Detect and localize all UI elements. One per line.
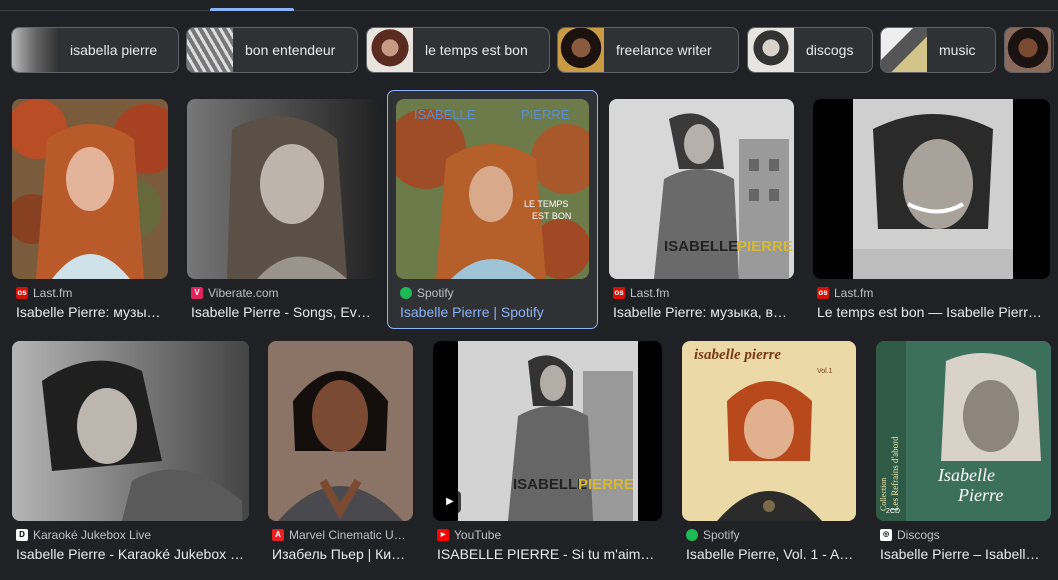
karaoke-icon: D xyxy=(16,529,28,541)
result-source: ◎ Discogs xyxy=(880,528,940,542)
result-title[interactable]: Изабель Пьер | Ки… xyxy=(272,546,413,562)
discogs-icon: ◎ xyxy=(880,529,892,541)
chip-label: isabella pierre xyxy=(70,42,158,58)
image-result-card[interactable]: isabelle pierre Vol.1 Spotify Isabelle P… xyxy=(682,341,856,569)
play-icon: ▶ xyxy=(439,491,461,513)
result-title[interactable]: Isabelle Pierre – Isabell… xyxy=(880,546,1051,562)
result-source: Spotify xyxy=(400,286,454,300)
result-thumbnail xyxy=(12,341,249,521)
result-title[interactable]: Le temps est bon — Isabelle Pierr… xyxy=(817,304,1049,320)
cover-text: PIERRE xyxy=(521,107,570,122)
result-thumbnail xyxy=(12,99,168,279)
image-result-card-selected[interactable]: ISABELLE PIERRE LE TEMPS EST BON Spotify… xyxy=(387,90,598,329)
image-result-card[interactable]: os Last.fm Le temps est bon — Isabelle P… xyxy=(813,99,1050,325)
cover-text: ISABELLE xyxy=(414,107,476,122)
related-search-chips: isabella pierre bon entendeur le temps e… xyxy=(0,0,1058,90)
image-result-card[interactable]: D Karaoké Jukebox Live Isabelle Pierre -… xyxy=(12,341,249,569)
result-source: Spotify xyxy=(686,528,740,542)
result-source: A Marvel Cinematic U… xyxy=(272,528,406,542)
image-result-card[interactable]: A Marvel Cinematic U… Изабель Пьер | Ки… xyxy=(268,341,413,569)
result-thumbnail: ISABELLE PIERRE LE TEMPS EST BON xyxy=(396,99,589,279)
result-source: D Karaoké Jukebox Live xyxy=(16,528,151,542)
chip-thumbnail xyxy=(187,28,233,72)
spotify-icon xyxy=(686,529,698,541)
result-title[interactable]: Isabelle Pierre - Songs, Eve… xyxy=(191,304,375,320)
cover-text: 2CD xyxy=(886,508,900,515)
result-source: os Last.fm xyxy=(16,286,72,300)
result-source: V Viberate.com xyxy=(191,286,278,300)
lastfm-icon: os xyxy=(613,287,625,299)
result-thumbnail: isabelle pierre Vol.1 xyxy=(682,341,856,521)
spotify-icon xyxy=(400,287,412,299)
lastfm-icon: os xyxy=(16,287,28,299)
chip-thumbnail xyxy=(748,28,794,72)
result-thumbnail xyxy=(268,341,413,521)
chip-le-temps-est-bon[interactable]: le temps est bon xyxy=(366,27,550,73)
chip-label: music xyxy=(939,42,976,58)
source-name: Discogs xyxy=(897,528,940,542)
chip-label: bon entendeur xyxy=(245,42,336,58)
chip-label: discogs xyxy=(806,42,854,58)
image-result-card[interactable]: ISABELLE PIERRE ▶ ▶ YouTube ISABELLE PIE… xyxy=(433,341,662,569)
cover-text: Pierre xyxy=(957,485,1003,505)
cover-text: EST BON xyxy=(532,211,571,221)
result-title[interactable]: Isabelle Pierre: музыка, в… xyxy=(613,304,793,320)
result-title[interactable]: Isabelle Pierre - Karaoké Jukebox … xyxy=(16,546,248,562)
cover-text: Les Refrains d'abord xyxy=(890,436,900,511)
result-source: ▶ YouTube xyxy=(437,528,501,542)
chip-freelance-writer[interactable]: freelance writer xyxy=(557,27,739,73)
source-name: YouTube xyxy=(454,528,502,542)
result-thumbnail xyxy=(813,99,1050,279)
marvel-icon: A xyxy=(272,529,284,541)
image-result-card[interactable]: Isabelle Pierre Collection Les Refrains … xyxy=(876,341,1051,569)
youtube-icon: ▶ xyxy=(437,529,449,541)
cover-text: LE TEMPS xyxy=(524,199,568,209)
cover-text: Vol.1 xyxy=(817,368,833,375)
cover-text: ISABELLE xyxy=(513,476,587,493)
cover-text: Collection xyxy=(879,478,888,511)
cover-text: Isabelle xyxy=(937,465,995,485)
result-title[interactable]: ISABELLE PIERRE - Si tu m'aimes… xyxy=(437,546,661,562)
source-name: Spotify xyxy=(703,528,740,542)
result-title[interactable]: Isabelle Pierre: музы… xyxy=(16,304,166,320)
cover-text: isabelle pierre xyxy=(694,347,781,363)
chip-bon-entendeur[interactable]: bon entendeur xyxy=(186,27,358,73)
result-source: os Last.fm xyxy=(613,286,669,300)
chip-thumbnail xyxy=(558,28,604,72)
source-name: Spotify xyxy=(417,286,454,300)
chip-thumbnail xyxy=(367,28,413,72)
result-thumbnail: Isabelle Pierre Collection Les Refrains … xyxy=(876,341,1051,521)
result-title[interactable]: Isabelle Pierre, Vol. 1 - A… xyxy=(686,546,856,562)
chip-label: freelance writer xyxy=(616,42,712,58)
source-name: Karaoké Jukebox Live xyxy=(33,528,152,542)
result-source: os Last.fm xyxy=(817,286,873,300)
source-name: Last.fm xyxy=(630,286,670,300)
result-title[interactable]: Isabelle Pierre | Spotify xyxy=(400,304,592,320)
chip-partial[interactable] xyxy=(1004,27,1054,73)
chip-music[interactable]: music xyxy=(880,27,996,73)
viberate-icon: V xyxy=(191,287,203,299)
image-result-card[interactable]: ISABELLE PIERRE os Last.fm Isabelle Pier… xyxy=(609,99,794,325)
chip-thumbnail xyxy=(1005,28,1051,72)
chip-label: le temps est bon xyxy=(425,42,528,58)
image-result-card[interactable]: V Viberate.com Isabelle Pierre - Songs, … xyxy=(187,99,377,325)
source-name: Last.fm xyxy=(33,286,73,300)
cover-text: PIERRE xyxy=(578,476,634,493)
chip-isabella-pierre[interactable]: isabella pierre xyxy=(11,27,179,73)
image-result-card[interactable]: os Last.fm Isabelle Pierre: музы… xyxy=(12,99,168,325)
chip-discogs[interactable]: discogs xyxy=(747,27,873,73)
result-thumbnail xyxy=(187,99,377,279)
chip-thumbnail xyxy=(881,28,927,72)
cover-text: ISABELLE xyxy=(664,238,738,255)
result-thumbnail: ISABELLE PIERRE xyxy=(609,99,794,279)
source-name: Marvel Cinematic U… xyxy=(289,528,406,542)
lastfm-icon: os xyxy=(817,287,829,299)
source-name: Viberate.com xyxy=(208,286,279,300)
chip-thumbnail xyxy=(12,28,58,72)
result-thumbnail: ISABELLE PIERRE ▶ xyxy=(433,341,662,521)
source-name: Last.fm xyxy=(834,286,874,300)
cover-text: PIERRE xyxy=(737,238,793,255)
